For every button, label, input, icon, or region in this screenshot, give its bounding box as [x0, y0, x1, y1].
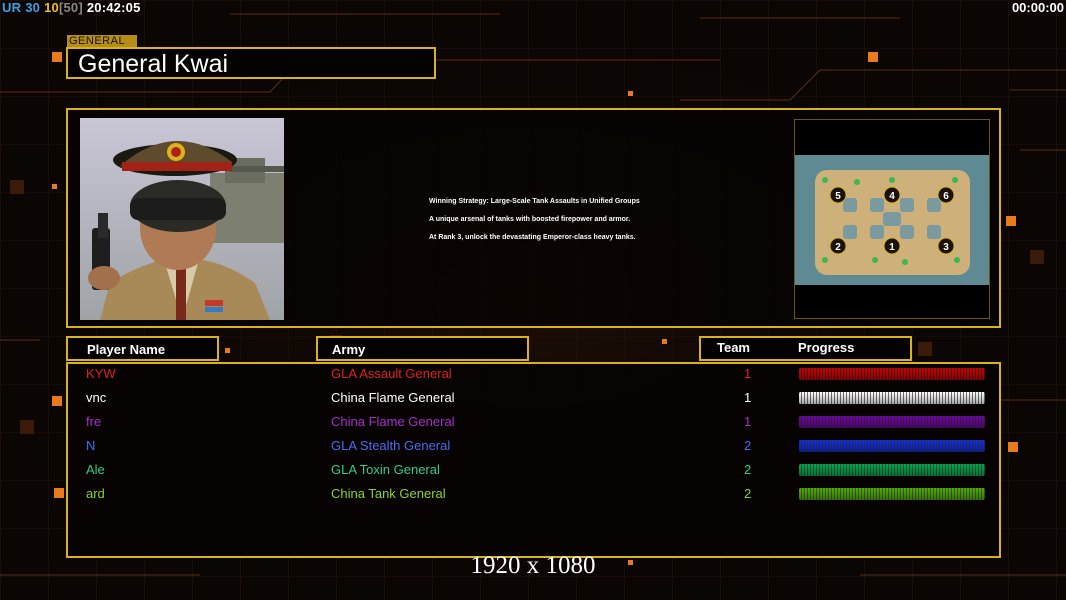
general-title-box: General Kwai [66, 47, 436, 79]
player-team: 2 [744, 438, 752, 453]
map-slot-label: 1 [889, 242, 895, 253]
map-slot-label: 6 [943, 191, 949, 202]
player-army: GLA Stealth General [331, 438, 451, 453]
player-army: China Tank General [331, 486, 446, 501]
header-team-label: Team [717, 340, 750, 355]
player-row: vnc China Flame General 1 [0, 388, 1066, 410]
player-army: GLA Assault General [331, 366, 452, 381]
player-team: 1 [744, 414, 752, 429]
player-progress-bar [799, 368, 985, 380]
player-progress-bar [799, 464, 985, 476]
logic-cap-value: [50] [58, 0, 83, 15]
map-slot-label: 2 [835, 242, 841, 253]
strategy-line: At Rank 3, unlock the devastating Empero… [429, 234, 636, 241]
general-tag: GENERAL [67, 35, 137, 47]
player-progress-bar [799, 416, 985, 428]
player-army: China Flame General [331, 390, 455, 405]
header-team-progress: Team Progress [699, 336, 912, 361]
map-slot-label: 5 [835, 191, 841, 202]
game-timer: 00:00:00 [1011, 0, 1064, 15]
general-portrait [80, 118, 284, 320]
player-name: ard [86, 486, 105, 501]
logic-value: 10 [44, 0, 59, 15]
map-preview: 5 4 6 2 1 3 [794, 119, 990, 319]
perf-stats: UR 30 10[50] 20:42:05 [2, 0, 145, 16]
player-row: fre China Flame General 1 [0, 412, 1066, 434]
player-army: China Flame General [331, 414, 455, 429]
header-army: Army [316, 336, 529, 361]
player-name: KYW [86, 366, 116, 381]
player-army: GLA Toxin General [331, 462, 440, 477]
strategy-line: A unique arsenal of tanks with boosted f… [429, 216, 631, 223]
header-progress-label: Progress [798, 340, 855, 355]
player-team: 1 [744, 366, 752, 381]
strategy-line: Winning Strategy: Large-Scale Tank Assau… [429, 198, 640, 205]
player-name: Ale [86, 462, 105, 477]
fps-value: 30 [25, 0, 41, 15]
map-slot-label: 4 [889, 191, 895, 202]
general-name: General Kwai [78, 50, 229, 78]
header-player-name: Player Name [66, 336, 219, 361]
player-row: Ale GLA Toxin General 2 [0, 460, 1066, 482]
player-progress-bar [799, 440, 985, 452]
header-army-label: Army [332, 342, 366, 357]
player-team: 2 [744, 462, 752, 477]
player-team: 2 [744, 486, 752, 501]
map-slot-label: 3 [943, 242, 949, 253]
player-row: KYW GLA Assault General 1 [0, 364, 1066, 386]
player-progress-bar [799, 392, 985, 404]
clock-time: 20:42:05 [86, 0, 141, 15]
ur-label: UR [2, 0, 22, 15]
resolution-label: 1920 x 1080 [470, 552, 596, 579]
strategy-text: Winning Strategy: Large-Scale Tank Assau… [429, 198, 640, 252]
header-player-name-label: Player Name [87, 342, 166, 357]
player-team: 1 [744, 390, 752, 405]
player-name: fre [86, 414, 102, 429]
player-progress-bar [799, 488, 985, 500]
player-name: N [86, 438, 96, 453]
player-name: vnc [86, 390, 107, 405]
player-row: ard China Tank General 2 [0, 484, 1066, 506]
player-row: N GLA Stealth General 2 [0, 436, 1066, 458]
